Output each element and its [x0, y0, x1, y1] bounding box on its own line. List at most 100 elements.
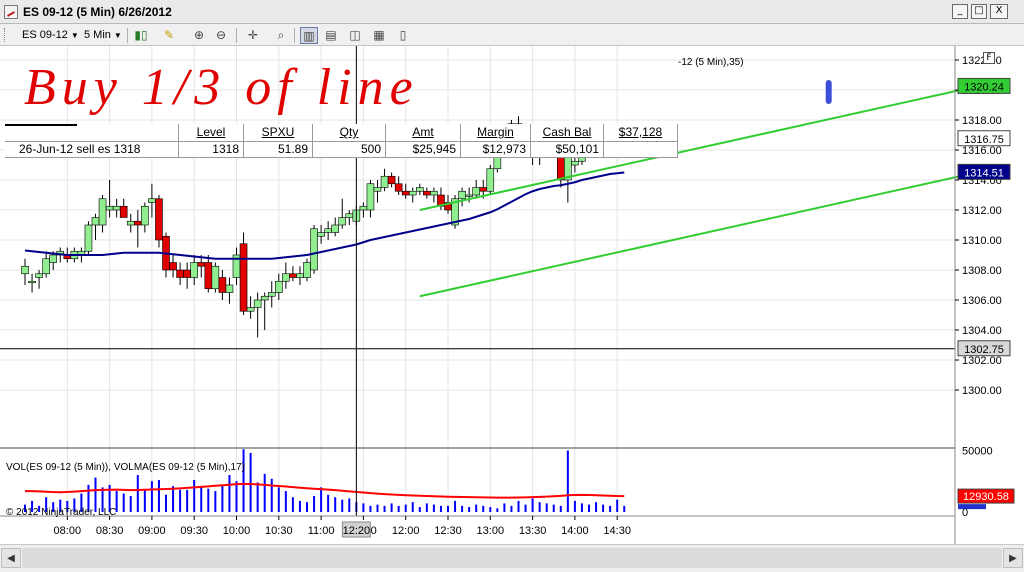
crosshair-icon[interactable]: ✛ [244, 27, 262, 44]
chevron-down-icon: ▼ [70, 31, 79, 40]
candle-body [430, 190, 438, 196]
header-amt: Amt [412, 125, 434, 139]
cell-amt: $25,945 [412, 142, 456, 156]
cell-qty: 500 [360, 142, 381, 156]
candle-body [296, 273, 304, 278]
candle-body [28, 280, 36, 284]
time-tick-label: 14:30 [603, 525, 631, 537]
candle-body [105, 205, 114, 211]
candle-body [134, 220, 142, 226]
candle-body [387, 175, 396, 185]
candle-body [183, 269, 191, 278]
toolbar-separator [127, 28, 128, 43]
instrument-selector[interactable]: ES 09-12 ▼ [22, 28, 79, 43]
time-tick-label: 08:30 [96, 525, 124, 537]
time-tick-label: 09:00 [138, 525, 166, 537]
time-tick-label: 08:00 [54, 525, 82, 537]
candle-body [338, 217, 347, 226]
candle-body [148, 198, 156, 203]
candle-body [289, 273, 297, 278]
candle-body [373, 187, 382, 192]
price-tick-label: 1308.00 [962, 265, 1002, 277]
candle-body [415, 187, 424, 192]
horizontal-scrollbar[interactable]: ◀ ▶ [0, 544, 1024, 572]
header-spxu: SPXU [261, 125, 295, 139]
table-top-rule [5, 124, 77, 126]
toolbar-separator [294, 28, 295, 43]
candle-body [84, 224, 93, 252]
close-button[interactable]: X [990, 4, 1008, 19]
strategies-icon[interactable]: ▦ [370, 27, 388, 44]
column-divider [677, 124, 678, 158]
price-tick-label: 1302.00 [962, 355, 1002, 367]
candle-body [458, 190, 466, 200]
candle-body [380, 175, 389, 188]
restore-button[interactable]: □ [971, 4, 987, 19]
candle-body [35, 273, 43, 278]
window-titlebar: ES 09-12 (5 Min) 6/26/2012 _ □ X [0, 0, 1024, 24]
crosshair-time-label: 12:20 [343, 525, 371, 537]
minimize-button[interactable]: _ [952, 4, 968, 19]
candle-body [317, 232, 325, 237]
candle-body [225, 284, 234, 293]
indicators-icon[interactable]: ◫ [346, 27, 364, 44]
candle-body [282, 273, 290, 282]
interval-selector[interactable]: 5 Min ▼ [84, 28, 122, 43]
price-tick-label: 1316.00 [962, 145, 1002, 157]
candle-body [49, 254, 58, 263]
row-label: 26-Jun-12 sell es 1318 [19, 142, 141, 156]
candle-body [359, 205, 368, 211]
candle-body [465, 194, 473, 197]
scroll-right-icon[interactable]: ▶ [1003, 548, 1023, 568]
candle-body [274, 280, 283, 293]
price-tick-label: 1300.00 [962, 385, 1002, 397]
scroll-track[interactable] [22, 548, 1002, 568]
header-level: Level [196, 125, 226, 139]
time-tick-label: 13:30 [519, 525, 547, 537]
last-price-label: 1316.75 [964, 134, 1004, 146]
candle-body [126, 220, 135, 226]
cell-level: 1318 [212, 142, 239, 156]
candle-body [91, 217, 100, 226]
cell-margin: $12,973 [482, 142, 526, 156]
candle-body [42, 258, 50, 275]
candle-body [112, 205, 121, 211]
indicator-label: -12 (5 Min),35) [678, 57, 744, 68]
f-button[interactable]: F [983, 52, 995, 64]
candle-body [169, 262, 177, 271]
cell-spxu: 51.89 [277, 142, 308, 156]
crosshair-price-label: 1302.75 [964, 344, 1004, 356]
window-title: ES 09-12 (5 Min) 6/26/2012 [23, 5, 172, 19]
chart-toolbar: ES 09-12 ▼ 5 Min ▼ ▮▯ ✎ ⊕ ⊖ ✛ ⌕ ▥ ▤ ◫ ▦ ▯ [0, 24, 1024, 46]
properties-icon[interactable]: ▯ [394, 27, 412, 44]
candle-body [190, 262, 198, 278]
price-tick-label: 1310.00 [962, 235, 1002, 247]
data-box-icon[interactable]: ▤ [322, 27, 340, 44]
signal-marker [825, 80, 832, 104]
trade-log-table: Level SPXU Qty Amt Margin Cash Bal $37,1… [5, 124, 678, 158]
candle-body [197, 262, 206, 267]
candle-body [394, 183, 403, 192]
toolbar-grip[interactable] [4, 28, 7, 42]
magnifier-icon[interactable]: ⌕ [272, 27, 290, 44]
pencil-icon[interactable]: ✎ [160, 27, 178, 44]
header-total: $37,128 [618, 125, 663, 139]
zoom-in-icon[interactable]: ⊕ [190, 27, 208, 44]
candle-body [310, 228, 318, 271]
price-chart[interactable]: 1300.00 1302.00 1304.00 1306.00 1308.00 1310.… [0, 46, 1024, 544]
candlestick-icon[interactable]: ▮▯ [132, 27, 150, 44]
candle-body [303, 262, 311, 278]
volume-value-marker [958, 504, 986, 510]
candle-body [324, 228, 332, 233]
interval-label: 5 Min [84, 29, 111, 41]
time-tick-label: 14:00 [561, 525, 589, 537]
candle-body [472, 187, 481, 196]
bar-type-icon[interactable]: ▥ [300, 27, 318, 44]
scroll-left-icon[interactable]: ◀ [1, 548, 21, 568]
candle-body [211, 265, 220, 290]
zoom-out-icon[interactable]: ⊖ [212, 27, 230, 44]
price-tick-label: 1304.00 [962, 325, 1002, 337]
handwritten-annotation: Buy 1/3 of line [24, 59, 413, 116]
time-tick-label: 13:00 [477, 525, 505, 537]
upper-channel-price-label: 1320.24 [964, 81, 1004, 93]
